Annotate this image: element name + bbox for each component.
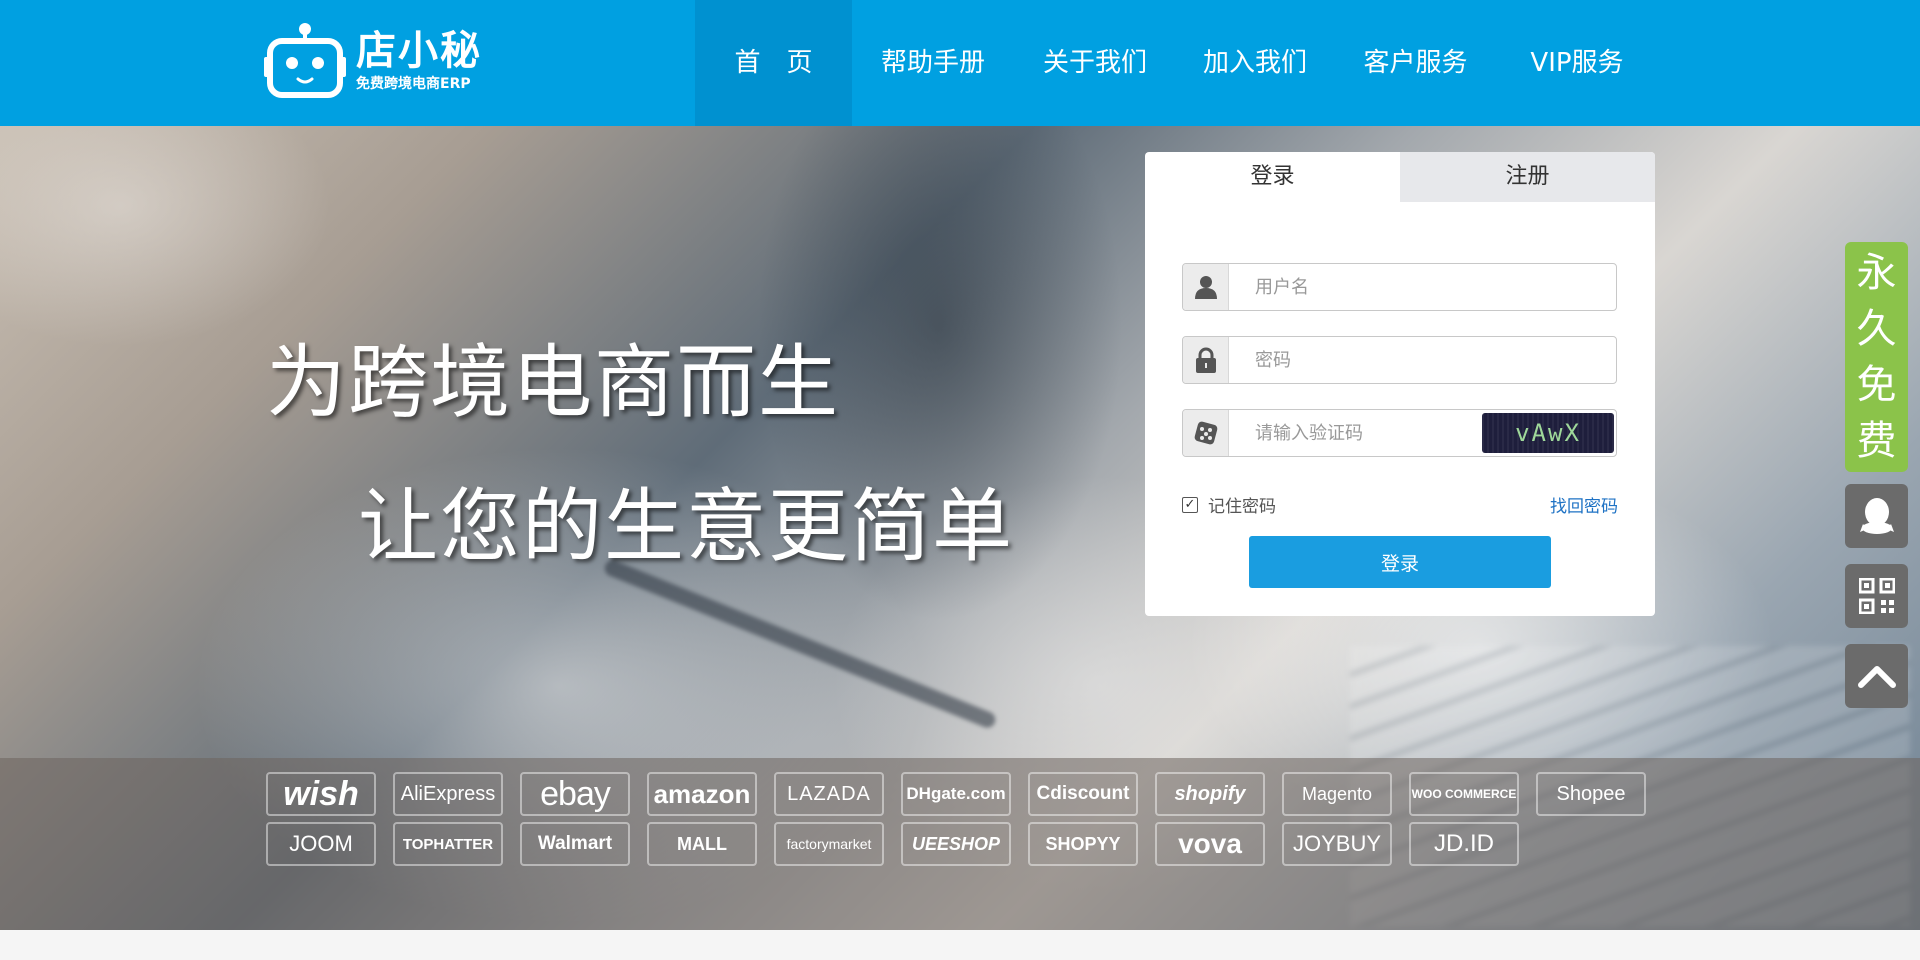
tab-login[interactable]: 登录 [1145,152,1400,202]
platform-magento[interactable]: Magento [1282,772,1392,816]
free-forever-badge[interactable]: 永 久 免 费 [1845,242,1908,472]
chevron-up-icon [1857,666,1896,688]
platform-aliexpress[interactable]: AliExpress [393,772,503,816]
main-nav: 首 页 帮助手册 关于我们 加入我们 客户服务 VIP服务 [695,0,1657,126]
qrcode-icon [1858,578,1895,614]
forgot-password-link[interactable]: 找回密码 [1550,492,1618,517]
platform-ebay[interactable]: ebay [520,772,630,816]
login-tabs: 登录 注册 [1145,152,1655,202]
qq-penguin-icon [1859,498,1894,534]
platform-factorymarket[interactable]: factorymarket [774,822,884,866]
site-header: 店小秘 免费跨境电商ERP 首 页 帮助手册 关于我们 加入我们 客户服务 VI… [0,0,1920,126]
free-char-3: 免 [1856,362,1897,408]
password-input[interactable] [1229,338,1616,382]
remember-checkbox[interactable]: ✓ [1182,496,1198,513]
platform-shopify[interactable]: shopify [1155,772,1265,816]
remember-label: 记住密码 [1208,497,1276,517]
tab-register[interactable]: 注册 [1400,152,1655,202]
platform-jdid[interactable]: JD.ID [1409,822,1519,866]
login-panel: 登录 注册 vAwX ✓ 记住密码 找回密码 登录 [1145,152,1655,616]
captcha-image[interactable]: vAwX [1482,413,1614,453]
password-field [1182,336,1617,384]
platform-mymall[interactable]: MALL [647,822,757,866]
platform-joom[interactable]: JOOM [266,822,376,866]
qq-contact-button[interactable] [1845,484,1908,548]
dice-icon [1183,410,1229,456]
free-char-4: 费 [1856,418,1897,464]
login-submit-button[interactable]: 登录 [1249,536,1551,588]
nav-item-about[interactable]: 关于我们 [1014,0,1176,126]
nav-item-help[interactable]: 帮助手册 [852,0,1014,126]
username-input[interactable] [1229,265,1616,309]
platform-logos-strip: wish AliExpress ebay amazon LAZADA DHgat… [0,758,1920,930]
back-to-top-button[interactable] [1845,644,1908,708]
nav-item-home[interactable]: 首 页 [695,0,852,126]
nav-item-service[interactable]: 客户服务 [1334,0,1497,126]
platform-wish[interactable]: wish [266,772,376,816]
qrcode-button[interactable] [1845,564,1908,628]
logo-subtitle: 免费跨境电商ERP [356,76,471,92]
logo[interactable]: 店小秘 免费跨境电商ERP [264,18,484,102]
username-field [1182,263,1617,311]
platform-tophatter[interactable]: TOPHATTER [393,822,503,866]
platform-joybuy[interactable]: JOYBUY [1282,822,1392,866]
free-char-2: 久 [1856,306,1897,352]
platform-vova[interactable]: vova [1155,822,1265,866]
platform-woocommerce[interactable]: WOO COMMERCE [1409,772,1519,816]
logo-text: 店小秘 免费跨境电商ERP [356,27,482,93]
captcha-field: vAwX [1182,409,1617,457]
remember-password[interactable]: ✓ 记住密码 [1182,492,1276,517]
robot-logo-icon [264,21,346,99]
free-char-1: 永 [1856,250,1897,296]
hero-background-pen [602,557,998,731]
nav-item-join[interactable]: 加入我们 [1176,0,1334,126]
hero-slogan-line2: 让您的生意更简单 [358,480,1014,573]
platform-shopyy[interactable]: SHOPYY [1028,822,1138,866]
platform-shopee[interactable]: Shopee [1536,772,1646,816]
platform-lazada[interactable]: LAZADA [774,772,884,816]
hero-slogan-line1: 为跨境电商而生 [266,336,840,429]
nav-item-vip[interactable]: VIP服务 [1497,0,1657,126]
captcha-input[interactable] [1229,411,1482,455]
platform-cdiscount[interactable]: Cdiscount [1028,772,1138,816]
platform-walmart[interactable]: Walmart [520,822,630,866]
page-footer-band [0,930,1920,960]
captcha-text: vAwX [1515,419,1581,447]
platform-dhgate[interactable]: DHgate.com [901,772,1011,816]
lock-icon [1183,337,1229,383]
logo-name: 店小秘 [356,28,482,74]
user-icon [1183,264,1229,310]
platform-ueeshop[interactable]: UEESHOP [901,822,1011,866]
platform-amazon[interactable]: amazon [647,772,757,816]
